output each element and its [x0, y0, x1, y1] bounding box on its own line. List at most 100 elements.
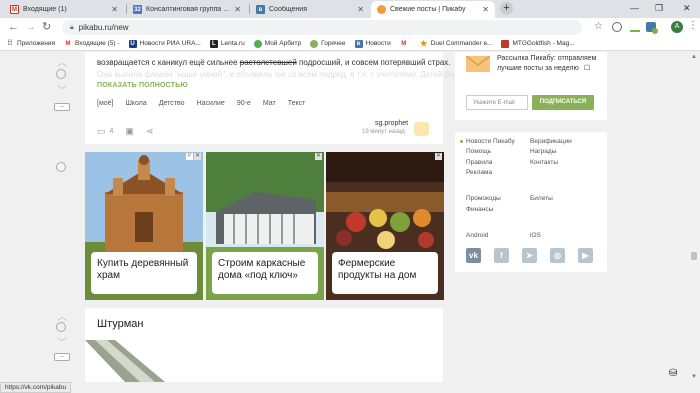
tab-messages[interactable]: в Сообщения ✕ [250, 1, 370, 18]
vk-icon[interactable]: vk [466, 248, 481, 263]
email-input[interactable]: Укажите E-mail [466, 95, 528, 110]
ad-caption[interactable]: Строим каркасные дома «под ключ» [212, 252, 318, 294]
bookmark-apps[interactable]: ⁞⁞ Приложения [6, 39, 56, 48]
ad-card[interactable]: P ✕ Купить деревянный храм [85, 152, 203, 300]
scrollbar[interactable]: ▲ ▼ [688, 52, 700, 382]
close-icon[interactable]: ✕ [315, 153, 322, 160]
save-icon[interactable] [56, 322, 66, 332]
show-all-link[interactable]: ПОКАЗАТЬ ПОЛНОСТЬЮ [97, 82, 188, 89]
tag[interactable]: Текст [288, 100, 306, 107]
menu-icon[interactable]: ⋮ [688, 21, 698, 31]
close-icon[interactable]: ✕ [482, 5, 489, 14]
bookmark-label: Новости РИА URA... [139, 40, 201, 47]
sidebar-link[interactable]: Контакты [530, 159, 558, 166]
share-icon[interactable]: ⋖ [146, 126, 154, 137]
android-link[interactable]: Android [466, 232, 488, 239]
close-icon[interactable]: ✕ [194, 153, 201, 160]
ad-badge: P [186, 153, 193, 160]
tag[interactable]: Детство [159, 100, 185, 107]
bookmark-ura[interactable]: U Новости РИА URA... [128, 39, 201, 48]
paint-bucket-icon[interactable]: ⛁ [669, 368, 677, 379]
tag[interactable]: Насилие [197, 100, 225, 107]
new-tab-button[interactable]: + [500, 2, 513, 15]
ios-link[interactable]: iOS [530, 232, 541, 239]
mtg-icon [501, 39, 510, 48]
bookmark-label: Приложения [17, 40, 56, 47]
upvote-icon[interactable]: ︿ [57, 54, 67, 69]
lenta-icon: L [209, 39, 218, 48]
close-icon[interactable]: ✕ [234, 5, 241, 14]
bookmark-lenta[interactable]: L Lenta.ru [209, 39, 245, 48]
close-icon[interactable]: ✕ [111, 5, 118, 14]
bookmark-duel[interactable]: ★ Duel Commander e... [420, 39, 492, 48]
post-time: 19 минут назад [362, 129, 405, 135]
ad-caption[interactable]: Купить деревянный храм [91, 252, 197, 294]
author-name[interactable]: sg.prophet [375, 120, 408, 127]
subscribe-button[interactable]: ПОДПИСАТЬСЯ [532, 95, 594, 110]
compass-icon[interactable] [56, 162, 66, 172]
telegram-icon[interactable]: ➤ [522, 248, 537, 263]
sidebar-link[interactable]: Промокоды [466, 195, 501, 202]
minimize-icon[interactable]: — [630, 3, 639, 13]
tag[interactable]: Мат [263, 100, 276, 107]
comments-icon[interactable]: ▭ [97, 126, 106, 137]
bookmark-mtg[interactable]: MTGGoldfish - Mag... [501, 39, 575, 48]
tab-gmail[interactable]: M Входящие (1) ✕ [4, 1, 124, 18]
tab-pikabu[interactable]: Свежие посты | Пикабу ✕ [371, 1, 495, 18]
bookmark-gmail[interactable]: M Входящие (5) - [64, 40, 120, 48]
close-icon[interactable]: ☐ [584, 64, 590, 72]
scroll-up-icon[interactable]: ▲ [691, 54, 697, 60]
instagram-icon[interactable]: ◎ [550, 248, 565, 263]
bookmark-icon[interactable]: ▣ [125, 126, 134, 137]
ad-card[interactable]: ✕ Фермерские продукты на дом [326, 152, 444, 300]
tab-label: Консалтинговая группа "Партнёр" [146, 6, 231, 13]
bookmark-arbitr[interactable]: Мой Арбитр [253, 39, 302, 48]
sidebar-link[interactable]: Правила [466, 159, 492, 166]
collapse-button[interactable]: – [54, 103, 70, 111]
comments-count[interactable]: 4 [110, 128, 114, 135]
sidebar-link[interactable]: Награды [530, 148, 556, 155]
sidebar-link[interactable]: Новости Пикабу [466, 138, 515, 145]
sidebar-link[interactable]: Финансы [466, 206, 493, 213]
status-url: https://vk.com/pikabu [0, 382, 72, 393]
forward-icon[interactable]: → [25, 21, 36, 33]
sidebar-link[interactable]: Помощь [466, 148, 491, 155]
tab-bar: M Входящие (1) ✕ 32 Консалтинговая групп… [0, 0, 700, 18]
close-icon[interactable]: ✕ [357, 5, 364, 14]
bookmark-news[interactable]: в Новости [354, 39, 391, 48]
sidebar-link[interactable]: Билеты [530, 195, 553, 202]
avatar[interactable]: А [671, 21, 683, 33]
tag[interactable]: 90-е [237, 100, 251, 107]
bookmark-label: Мой Арбитр [264, 40, 302, 47]
extension-icon[interactable] [630, 26, 640, 32]
back-icon[interactable]: ← [8, 21, 19, 33]
author-avatar[interactable] [414, 122, 429, 136]
reload-icon[interactable]: ↻ [42, 21, 51, 33]
tab-partner[interactable]: 32 Консалтинговая группа "Партнёр" ✕ [127, 1, 247, 18]
collapse-button[interactable]: – [54, 353, 70, 361]
facebook-icon[interactable]: f [494, 248, 509, 263]
close-window-icon[interactable]: ✕ [683, 3, 691, 14]
save-icon[interactable] [56, 69, 66, 79]
youtube-icon[interactable]: ▶ [578, 248, 593, 263]
downvote-icon[interactable]: ﹀ [57, 82, 67, 97]
bookmark-gmail-2[interactable]: M [400, 40, 411, 48]
scrollbar-thumb[interactable] [691, 252, 697, 260]
extension-icon[interactable] [612, 22, 622, 32]
scroll-down-icon[interactable]: ▼ [691, 374, 697, 380]
bookmark-star-icon[interactable]: ☆ [594, 21, 603, 32]
url-bar[interactable]: 🔒︎ pikabu.ru/new [62, 20, 582, 35]
tag[interactable]: [моё] [97, 100, 114, 107]
tag[interactable]: Школа [126, 100, 147, 107]
sidebar-link[interactable]: Реклама [466, 169, 492, 176]
upvote-icon[interactable]: ︿ [57, 308, 67, 323]
sidebar-link[interactable]: Верификации [530, 138, 572, 145]
ad-caption[interactable]: Фермерские продукты на дом [332, 252, 438, 294]
close-icon[interactable]: ✕ [435, 153, 442, 160]
lock-icon: 🔒︎ [70, 23, 74, 31]
ad-card[interactable]: ✕ Строим каркасные дома «под ключ» [206, 152, 324, 300]
downvote-icon[interactable]: ﹀ [57, 334, 67, 349]
post-title[interactable]: Штурман [97, 318, 144, 330]
maximize-icon[interactable]: ❐ [655, 3, 663, 14]
bookmark-hot[interactable]: Горячее [310, 39, 346, 48]
